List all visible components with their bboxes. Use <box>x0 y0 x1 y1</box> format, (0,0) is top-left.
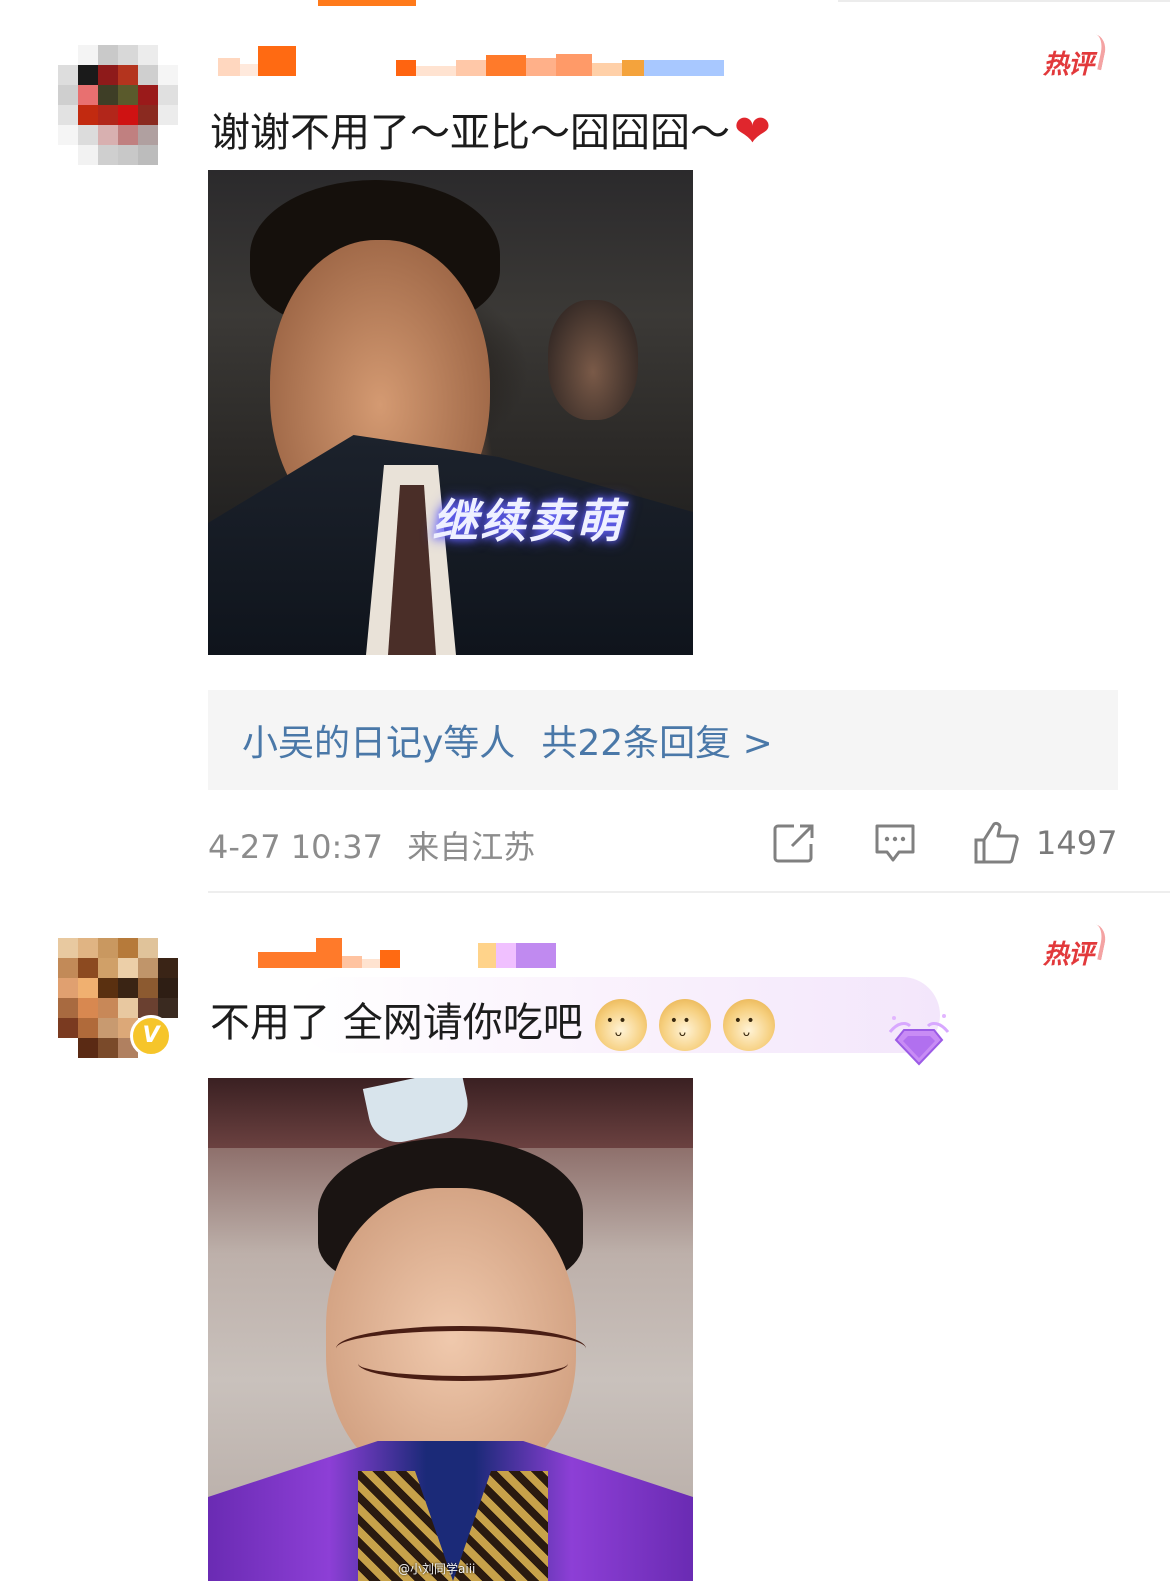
comment-divider <box>208 891 1170 893</box>
reply-button[interactable] <box>873 822 917 864</box>
heart-emoji-icon: ❤ <box>734 106 771 157</box>
avatar[interactable] <box>58 45 178 165</box>
verified-badge: V <box>130 1015 172 1057</box>
doge-emoji-icon <box>658 999 711 1051</box>
username-blurred[interactable] <box>218 46 818 76</box>
image-background-person <box>548 300 638 420</box>
hot-comment-badge: 热评 <box>1043 934 1094 971</box>
comment-image[interactable]: 继续卖萌 <box>208 170 693 655</box>
doge-emoji-icon <box>594 999 647 1051</box>
comment-meta: 4-27 10:37 来自江苏 <box>208 822 535 868</box>
comment-icon <box>875 824 915 862</box>
replies-total-link[interactable]: 共22条回复 > <box>541 714 772 766</box>
replies-summary[interactable]: 小吴的日记y等人 共22条回复 > <box>208 690 1118 790</box>
share-button[interactable] <box>772 822 816 864</box>
like-count: 1497 <box>1036 824 1118 862</box>
timestamp: 4-27 10:37 <box>208 828 384 866</box>
comment-text: 谢谢不用了～亚比～囧囧囧～❤ <box>210 100 771 158</box>
username-blurred[interactable] <box>258 938 558 968</box>
like-icon <box>974 821 1019 864</box>
comment-text: 不用了 全网请你吃吧 <box>210 990 775 1051</box>
comment-body: 不用了 全网请你吃吧 <box>210 1000 583 1046</box>
top-accent-bar <box>318 0 416 6</box>
comment-body: 谢谢不用了～亚比～囧囧囧～ <box>210 110 730 156</box>
image-caption: 继续卖萌 <box>432 494 624 548</box>
replies-who[interactable]: 小吴的日记y等人 <box>242 714 515 766</box>
comment-image[interactable]: @小刘同学aiii <box>208 1078 693 1581</box>
gem-badge-icon <box>888 1014 950 1066</box>
hot-comment-badge: 热评 <box>1043 44 1094 81</box>
like-button[interactable]: 1497 <box>972 821 1118 864</box>
doge-emoji-icon <box>722 999 775 1051</box>
share-icon <box>773 824 814 863</box>
image-string <box>358 1346 568 1381</box>
top-divider <box>838 0 1170 2</box>
image-watermark: @小刘同学aiii <box>398 1562 476 1576</box>
location: 来自江苏 <box>407 828 536 866</box>
